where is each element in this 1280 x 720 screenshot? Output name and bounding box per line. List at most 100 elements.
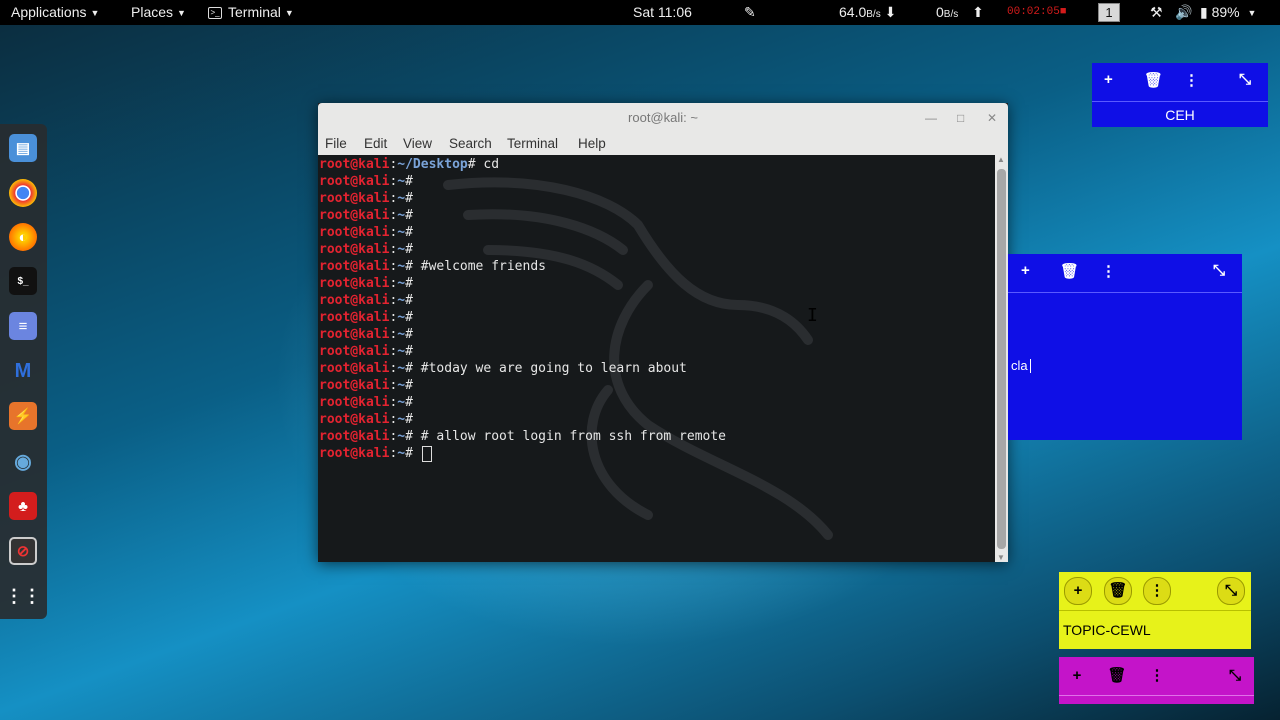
battery-icon: ▮ bbox=[1200, 4, 1208, 20]
menu-search[interactable]: Search bbox=[449, 136, 492, 151]
prompt-user: root@kali bbox=[319, 208, 390, 223]
volume-icon[interactable]: 🔊 bbox=[1175, 4, 1192, 21]
scroll-up-icon[interactable]: ▲ bbox=[997, 155, 1005, 164]
text-caret bbox=[1030, 359, 1031, 373]
clock[interactable]: Sat 11:06 bbox=[633, 4, 692, 20]
terminal-line: root@kali:~# bbox=[319, 293, 413, 308]
terminal-scrollbar[interactable]: ▲ ▼ bbox=[995, 155, 1008, 562]
trash-icon[interactable]: 🗑 bbox=[1060, 262, 1079, 280]
more-vert-icon[interactable]: ⋮ bbox=[1143, 577, 1171, 605]
prompt-path: ~ bbox=[397, 446, 406, 461]
down-arrow-icon: ⬇ bbox=[884, 4, 897, 20]
command-text: #today we are going to learn about bbox=[412, 361, 687, 376]
terminal-window[interactable]: root@kali: ~ — □ ✕ File Edit View Search… bbox=[318, 103, 1008, 562]
trash-icon[interactable]: 🗑 bbox=[1144, 71, 1163, 89]
terminal-icon[interactable]: $_ bbox=[9, 267, 37, 295]
scroll-down-icon[interactable]: ▼ bbox=[997, 553, 1005, 562]
more-vert-icon[interactable]: ⋮ bbox=[1101, 262, 1116, 280]
sticky-note-topic-cewl[interactable]: + 🗑 ⋮ ⤡ TOPIC-CEWL bbox=[1059, 572, 1251, 649]
add-note-icon[interactable]: + bbox=[1021, 262, 1030, 279]
prompt-path: ~ bbox=[397, 378, 406, 393]
more-vert-icon[interactable]: ⋮ bbox=[1184, 71, 1199, 89]
maximize-icon[interactable]: □ bbox=[957, 103, 964, 133]
prompt-user: root@kali bbox=[319, 191, 390, 206]
terminal-line: root@kali:~# bbox=[319, 174, 413, 189]
note-text[interactable] bbox=[1059, 695, 1254, 705]
note-text[interactable]: TOPIC-CEWL bbox=[1059, 610, 1251, 649]
command-text: #welcome friends bbox=[412, 259, 546, 274]
terminal-line: root@kali:~# #welcome friends bbox=[319, 259, 546, 274]
terminal-output[interactable]: root@kali:~/Desktop# cd root@kali:~# root@… bbox=[318, 155, 995, 562]
menu-help[interactable]: Help bbox=[578, 136, 606, 151]
menu-view[interactable]: View bbox=[403, 136, 432, 151]
sticky-note-ceh[interactable]: + 🗑 ⋮ ⤡ CEH bbox=[1092, 63, 1268, 127]
terminal-line: root@kali:~# bbox=[319, 225, 413, 240]
terminal-line: root@kali:~# bbox=[319, 242, 413, 257]
places-menu[interactable]: Places ▼ bbox=[131, 4, 186, 20]
files-icon[interactable]: ▤ bbox=[9, 134, 37, 162]
collapse-icon[interactable]: ⤡ bbox=[1213, 262, 1225, 279]
app-grid-icon[interactable]: ⋮⋮ bbox=[5, 582, 41, 610]
prompt-path: ~ bbox=[397, 361, 406, 376]
text-editor-icon[interactable]: ≡ bbox=[9, 312, 37, 340]
trash-icon[interactable]: 🗑 bbox=[1104, 663, 1130, 689]
dock: ▤ ◐ $_ ≡ M ⚡ ◉ ♣ ⊘ ⋮⋮ bbox=[0, 124, 47, 619]
more-vert-icon[interactable]: ⋮ bbox=[1144, 663, 1170, 689]
prompt-user: root@kali bbox=[319, 395, 390, 410]
recorder-icon[interactable]: ⊘ bbox=[9, 537, 37, 565]
recording-timer[interactable]: 00:02:05■ bbox=[1007, 6, 1066, 18]
prompt-path: ~ bbox=[397, 259, 406, 274]
tools-icon[interactable]: ⚒ bbox=[1150, 4, 1163, 21]
menu-terminal[interactable]: Terminal bbox=[507, 136, 558, 151]
prompt-path: ~ bbox=[397, 429, 406, 444]
command-text bbox=[413, 446, 421, 461]
prompt-user: root@kali bbox=[319, 327, 390, 342]
terminal-line: root@kali:~# bbox=[319, 327, 413, 342]
close-icon[interactable]: ✕ bbox=[987, 103, 997, 133]
up-arrow-icon: ⬆ bbox=[972, 4, 984, 20]
prompt-path: ~ bbox=[397, 242, 406, 257]
prompt-user: root@kali bbox=[319, 429, 390, 444]
burpsuite-icon[interactable]: ⚡ bbox=[9, 402, 37, 430]
chevron-down-icon: ▼ bbox=[177, 8, 186, 19]
prompt-user: root@kali bbox=[319, 293, 390, 308]
terminal-title-bar[interactable]: root@kali: ~ — □ ✕ bbox=[318, 103, 1008, 133]
trash-icon[interactable]: 🗑 bbox=[1104, 577, 1132, 605]
prompt-path: ~ bbox=[397, 293, 406, 308]
prompt-user: root@kali bbox=[319, 259, 390, 274]
terminal-app-menu[interactable]: >_ Terminal ▼ bbox=[208, 4, 294, 20]
menu-file[interactable]: File bbox=[325, 136, 347, 151]
terminal-line: root@kali:~# bbox=[319, 378, 413, 393]
workspace-indicator[interactable]: 1 bbox=[1098, 3, 1120, 22]
scroll-thumb[interactable] bbox=[997, 169, 1006, 549]
add-note-icon[interactable]: + bbox=[1104, 71, 1113, 88]
prompt-path: ~ bbox=[397, 225, 406, 240]
prompt-path: ~ bbox=[397, 310, 406, 325]
note-body[interactable]: cla bbox=[1008, 292, 1242, 441]
prompt-user: root@kali bbox=[319, 310, 390, 325]
cherrytree-icon[interactable]: ♣ bbox=[9, 492, 37, 520]
metasploit-icon[interactable]: M bbox=[9, 357, 37, 385]
sticky-note-magenta[interactable]: + 🗑 ⋮ ⤡ bbox=[1059, 657, 1254, 704]
upload-rate: 0B/s ⬆ bbox=[936, 4, 984, 20]
minimize-icon[interactable]: — bbox=[925, 103, 937, 133]
note-text[interactable]: CEH bbox=[1092, 101, 1268, 128]
add-note-icon[interactable]: + bbox=[1064, 663, 1090, 689]
prompt-path: ~ bbox=[397, 344, 406, 359]
sticky-note-blue[interactable]: + 🗑 ⋮ ⤡ cla bbox=[1008, 254, 1242, 440]
terminal-line: root@kali:~# bbox=[319, 445, 432, 462]
menu-edit[interactable]: Edit bbox=[364, 136, 387, 151]
pencil-icon[interactable]: ✎ bbox=[744, 4, 756, 21]
collapse-icon[interactable]: ⤡ bbox=[1239, 71, 1251, 88]
add-note-icon[interactable]: + bbox=[1064, 577, 1092, 605]
prompt-path: ~ bbox=[397, 395, 406, 410]
note-text[interactable]: cla bbox=[1011, 358, 1028, 373]
battery-status[interactable]: ▮ 89% ▼ bbox=[1200, 4, 1256, 21]
eye-icon[interactable]: ◉ bbox=[9, 447, 37, 475]
collapse-icon[interactable]: ⤡ bbox=[1217, 577, 1245, 605]
firefox-icon[interactable]: ◐ bbox=[9, 223, 37, 251]
collapse-icon[interactable]: ⤡ bbox=[1222, 663, 1248, 689]
terminal-line: root@kali:~# bbox=[319, 344, 413, 359]
applications-menu[interactable]: Applications ▼ bbox=[11, 4, 99, 20]
chrome-icon[interactable] bbox=[9, 179, 37, 207]
